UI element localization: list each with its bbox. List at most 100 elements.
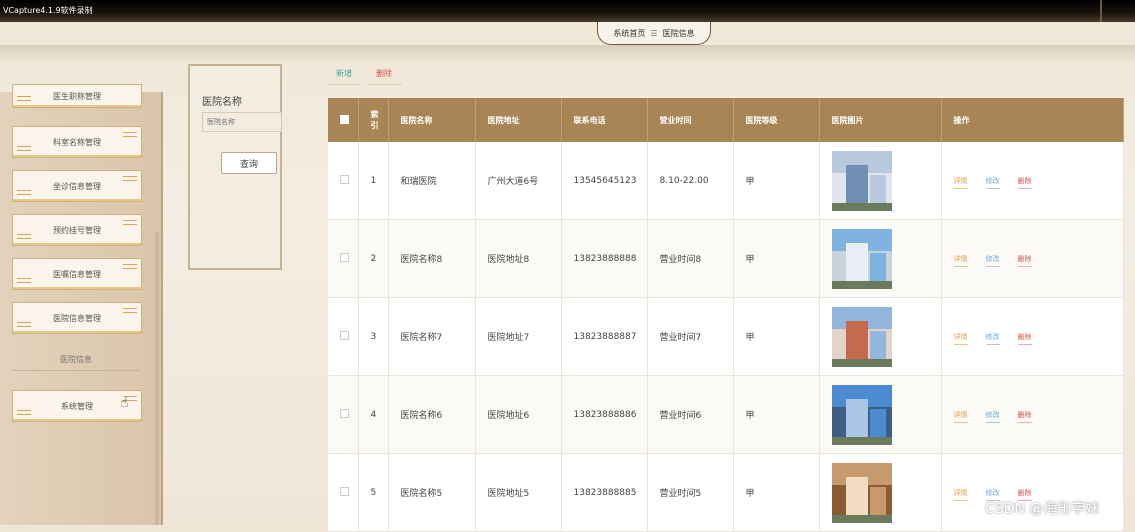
cell-index: 3 [358,297,389,376]
cell-phone: 13823888887 [561,297,648,376]
cell-actions: 详情 修改 删除 [941,142,1124,220]
sidebar-scrollbar[interactable] [155,232,159,525]
sidebar-item-department[interactable]: 科室名称管理 [12,126,142,158]
row-checkbox[interactable] [328,375,359,454]
cell-level: 甲 [733,453,820,532]
cell-hours: 营业时间8 [647,219,734,298]
menu-icon: ☰ [650,28,658,38]
sidebar-item-label: 医嘱信息管理 [53,269,101,279]
detail-button[interactable]: 详情 [953,332,968,345]
cell-address: 医院地址5 [475,453,562,532]
cell-actions: 详情 修改 删除 [941,219,1124,298]
row-delete-button[interactable]: 删除 [1017,254,1032,267]
cell-phone: 13823888888 [561,219,648,298]
decor-icon [17,234,31,239]
detail-button[interactable]: 详情 [953,488,968,501]
hospital-image [831,306,892,367]
col-header-name: 医院名称 [388,98,476,142]
sidebar-item-label: 科室名称管理 [53,137,101,147]
decor-icon [123,176,137,181]
cell-address: 医院地址7 [475,297,562,376]
cell-level: 甲 [733,142,820,220]
edit-button[interactable]: 修改 [985,410,1000,423]
sidebar-item-appointment[interactable]: 预约挂号管理 [12,214,142,246]
edit-button[interactable]: 修改 [985,332,1000,345]
hospital-image [831,150,892,211]
edit-button[interactable]: 修改 [985,254,1000,267]
decor-icon [17,278,31,283]
cell-name: 医院名称8 [388,219,476,298]
row-checkbox[interactable] [328,142,359,220]
sidebar-item-label: 医生职称管理 [53,91,101,101]
row-delete-button[interactable]: 删除 [1017,410,1032,423]
cell-index: 5 [358,453,389,532]
sidebar-item-label: 医院信息管理 [53,313,101,323]
sidebar-item-doctor-title[interactable]: 医生职称管理 [12,84,142,108]
edit-button[interactable]: 修改 [985,176,1000,189]
checkbox-icon [340,114,349,124]
select-all-checkbox[interactable] [328,98,359,142]
decor-icon [123,308,137,313]
table-row: 1 和瑞医院 广州大道6号 13545645123 8.10-22.00 甲 详情 修改 删除 [328,142,1124,220]
row-delete-button[interactable]: 删除 [1017,176,1032,189]
row-delete-button[interactable]: 删除 [1017,332,1032,345]
decor-icon [17,410,31,415]
cell-name: 和瑞医院 [388,142,476,220]
cell-level: 甲 [733,375,820,454]
add-button[interactable]: 新增 [336,68,352,79]
sidebar-item-clinic[interactable]: 坐诊信息管理 [12,170,142,202]
decor-icon [17,322,31,327]
sidebar-subitem-hospital-info[interactable]: 医院信息 [60,354,92,365]
cell-index: 2 [358,219,389,298]
row-checkbox[interactable] [328,219,359,298]
detail-button[interactable]: 详情 [953,176,968,189]
row-checkbox[interactable] [328,453,359,532]
checkbox-icon [340,486,349,496]
checkbox-icon [340,174,349,184]
col-header-phone: 联系电话 [561,98,648,142]
cell-actions: 详情 修改 删除 [941,297,1124,376]
table-row: 5 医院名称5 医院地址5 13823888885 营业时间5 甲 详情 修改 删除 [328,453,1124,532]
recorder-bar: VCapture4.1.9软件录制 [0,0,1135,22]
breadcrumb-current: 医院信息 [662,28,695,38]
cell-image [819,375,942,454]
row-checkbox[interactable] [328,297,359,376]
sidebar-item-label: 系统管理 [61,401,93,411]
hospital-image [831,462,892,523]
decor-icon [123,132,137,137]
cell-actions: 详情 修改 删除 [941,453,1124,532]
table-row: 3 医院名称7 医院地址7 13823888887 营业时间7 甲 详情 修改 删除 [328,297,1124,376]
sidebar-item-orders[interactable]: 医嘱信息管理 [12,258,142,290]
cell-index: 1 [358,142,389,220]
col-header-level: 医院等级 [733,98,820,142]
delete-button[interactable]: 删除 [376,68,392,79]
cell-hours: 营业时间6 [647,375,734,454]
sidebar-item-label: 坐诊信息管理 [53,181,101,191]
hospital-name-input[interactable] [202,112,282,132]
cell-actions: 详情 修改 删除 [941,375,1124,454]
cell-name: 医院名称6 [388,375,476,454]
search-button[interactable]: 查询 [221,152,277,174]
header-index-line: 引 [370,121,379,130]
sidebar-item-hospital[interactable]: 医院信息管理 [12,302,142,334]
cell-address: 医院地址6 [475,375,562,454]
col-header-index: 索引 [358,98,389,142]
breadcrumb-home[interactable]: 系统首页 [613,28,645,39]
decor-icon [123,264,137,269]
cell-image [819,142,942,220]
search-label: 医院名称 [202,97,242,108]
recorder-title: VCapture4.1.9软件录制 [3,6,93,15]
detail-button[interactable]: 详情 [953,410,968,423]
decor-icon [17,190,31,195]
cell-index: 4 [358,375,389,454]
checkbox-icon [340,252,349,262]
col-header-image: 医院图片 [819,98,942,142]
cell-hours: 营业时间7 [647,297,734,376]
detail-button[interactable]: 详情 [953,254,968,267]
breadcrumb: 系统首页 ☰ 医院信息 [597,22,711,45]
cell-level: 甲 [733,219,820,298]
cell-hours: 8.10-22.00 [647,142,734,220]
hospital-image [831,384,892,445]
cell-address: 广州大道6号 [475,142,562,220]
col-header-actions: 操作 [941,98,1124,142]
